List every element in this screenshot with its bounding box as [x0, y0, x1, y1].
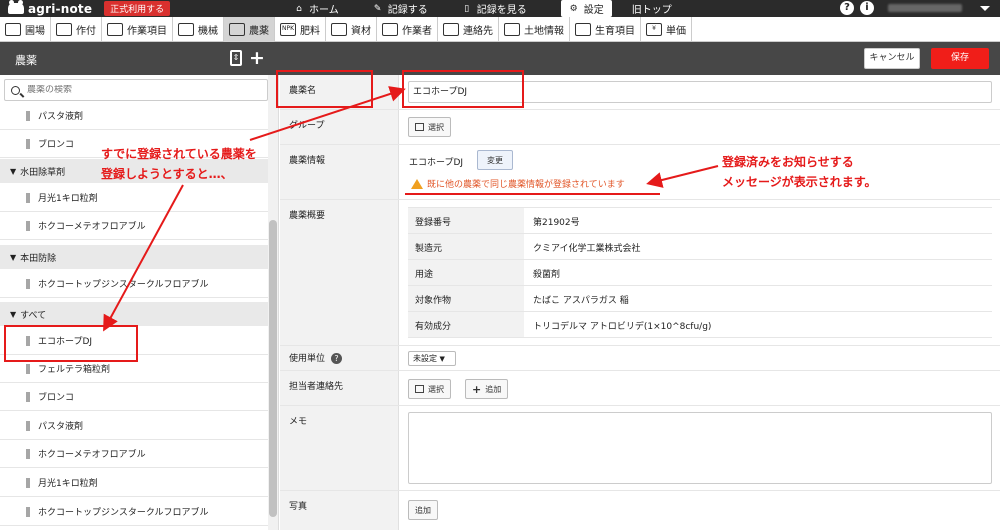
arrow-to-list-item: [103, 184, 184, 332]
annotation-left: すでに登録されている農薬を 登録しようとすると…、: [101, 147, 257, 181]
annotation-right: 登録済みをお知らせする メッセージが表示されます。: [722, 155, 877, 189]
arrow-to-input: [249, 86, 406, 141]
arrow-to-warning: [646, 165, 719, 188]
annotation-arrows: [103, 86, 719, 332]
